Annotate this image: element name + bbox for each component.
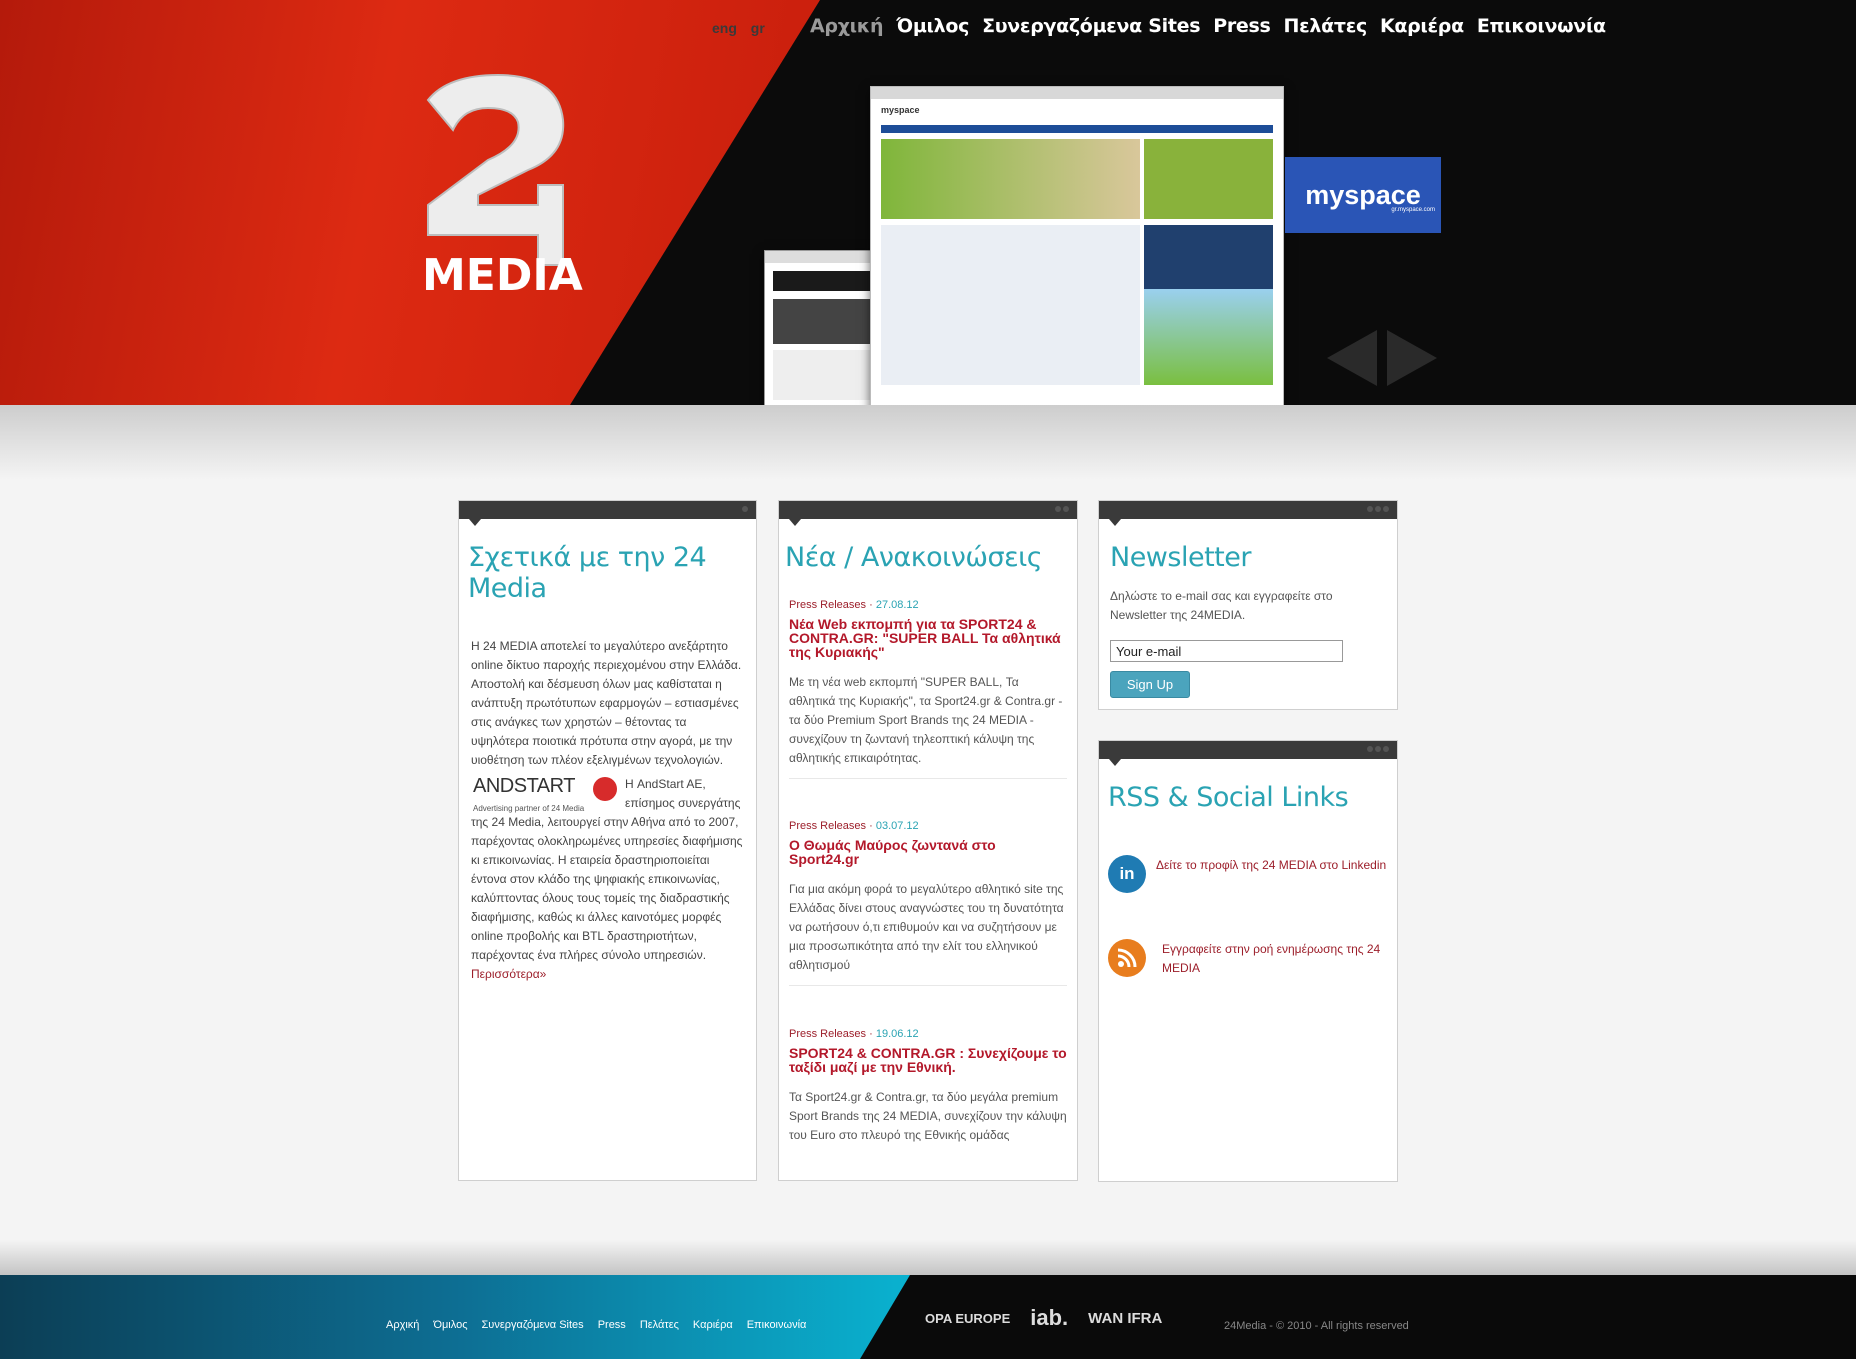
news-category[interactable]: Press Releases <box>789 820 866 832</box>
news-text: Με τη νέα web εκπομπή "SUPER BALL, Τα αθ… <box>789 675 1063 765</box>
footer-nav-group[interactable]: Όμιλος <box>433 1319 467 1331</box>
panel-bar <box>1099 741 1397 766</box>
about-title: Σχετικά με την 24 Media <box>468 542 707 604</box>
footer-blue-panel <box>0 1275 910 1359</box>
copyright: 24Media - © 2010 - All rights reserved <box>1224 1320 1409 1332</box>
signup-button[interactable]: Sign Up <box>1110 671 1190 698</box>
footer-nav: Αρχική Όμιλος Συνεργαζόμενα Sites Press … <box>386 1319 820 1331</box>
rss-icon[interactable] <box>1108 939 1146 977</box>
myspace-badge-text: myspace <box>1305 179 1421 210</box>
news-category[interactable]: Press Releases <box>789 1028 866 1040</box>
more-link[interactable]: Περισσότερα» <box>471 967 546 981</box>
footer-nav-careers[interactable]: Καριέρα <box>693 1319 733 1331</box>
news-title: Νέα / Ανακοινώσεις <box>785 542 1043 573</box>
about-partner: ANDSTART Advertising partner of 24 Media… <box>471 775 744 965</box>
news-item: Press Releases · 19.06.12 SPORT24 & CONT… <box>789 1028 1067 1145</box>
panel-bar <box>459 501 756 526</box>
news-headline[interactable]: Ο Θωμάς Μαύρος ζωντανά στο Sport24.gr <box>789 838 1067 866</box>
rss-link-row: Εγγραφείτε στην ροή ενημέρωσης της 24 ME… <box>1108 939 1387 978</box>
myspace-badge[interactable]: myspace gr.myspace.com <box>1285 157 1441 233</box>
nav-clients[interactable]: Πελάτες <box>1284 15 1368 37</box>
lang-gr[interactable]: gr <box>751 20 765 36</box>
linkedin-link-row: in Δείτε το προφίλ της 24 MEDIA στο Link… <box>1108 855 1387 893</box>
news-headline[interactable]: SPORT24 & CONTRA.GR : Συνεχίζουμε το ταξ… <box>789 1046 1067 1074</box>
linkedin-link[interactable]: Δείτε το προφίλ της 24 MEDIA στο Linkedi… <box>1156 856 1386 875</box>
linkedin-icon[interactable]: in <box>1108 855 1146 893</box>
iab-logo[interactable]: iab. <box>1030 1305 1068 1331</box>
panel-bar <box>1099 501 1397 526</box>
screenshot-myspace: myspace <box>870 86 1284 405</box>
footer-nav-press[interactable]: Press <box>598 1319 626 1331</box>
footer: Αρχική Όμιλος Συνεργαζόμενα Sites Press … <box>0 1275 1856 1359</box>
nav-partner-sites[interactable]: Συνεργαζόμενα Sites <box>982 15 1200 37</box>
nav-group[interactable]: Όμιλος <box>896 15 969 37</box>
andstart-logo[interactable]: ANDSTART Advertising partner of 24 Media <box>471 775 619 813</box>
nav-careers[interactable]: Καριέρα <box>1380 15 1464 37</box>
footer-logos: OPA EUROPE iab. WAN IFRA <box>925 1305 1162 1331</box>
24media-logo[interactable]: MEDIA <box>418 70 588 300</box>
main-nav: Αρχική Όμιλος Συνεργαζόμενα Sites Press … <box>810 15 1619 37</box>
news-category[interactable]: Press Releases <box>789 599 866 611</box>
news-date: 19.06.12 <box>875 1028 919 1040</box>
news-meta: Press Releases · 27.08.12 <box>789 599 919 611</box>
news-date: 03.07.12 <box>875 820 919 832</box>
about-panel: Σχετικά με την 24 Media Η 24 MEDIA αποτε… <box>458 500 757 1181</box>
play-icon <box>593 777 617 801</box>
news-meta: Press Releases · 03.07.12 <box>789 820 919 832</box>
news-item: Press Releases · 03.07.12 Ο Θωμάς Μαύρος… <box>789 820 1067 986</box>
newsletter-title: Newsletter <box>1110 542 1251 573</box>
hero-fade <box>0 405 1856 480</box>
hero-banner: eng gr Αρχική Όμιλος Συνεργαζόμενα Sites… <box>0 0 1856 405</box>
social-title: RSS & Social Links <box>1108 782 1349 813</box>
news-item: Press Releases · 27.08.12 Νέα Web εκπομπ… <box>789 599 1067 779</box>
panel-bar <box>779 501 1077 526</box>
news-headline[interactable]: Νέα Web εκπομπή για τα SPORT24 & CONTRA.… <box>789 617 1067 659</box>
footer-nav-clients[interactable]: Πελάτες <box>640 1319 679 1331</box>
myspace-mini-logo: myspace <box>881 105 920 115</box>
myspace-badge-url: gr.myspace.com <box>1391 207 1435 213</box>
wan-ifra-logo[interactable]: WAN IFRA <box>1088 1310 1162 1327</box>
opa-logo[interactable]: OPA EUROPE <box>925 1311 1010 1326</box>
divider <box>789 985 1067 986</box>
more-link-row: Περισσότερα» <box>471 965 744 984</box>
social-panel: RSS & Social Links in Δείτε το προφίλ τη… <box>1098 740 1398 1182</box>
news-date: 27.08.12 <box>875 599 919 611</box>
nav-contact[interactable]: Επικοινωνία <box>1477 15 1606 37</box>
logo-text: MEDIA <box>422 250 583 300</box>
nav-home[interactable]: Αρχική <box>810 15 884 37</box>
divider <box>789 778 1067 779</box>
news-panel: Νέα / Ανακοινώσεις Press Releases · 27.0… <box>778 500 1078 1181</box>
lang-en[interactable]: eng <box>712 20 737 36</box>
rss-link[interactable]: Εγγραφείτε στην ροή ενημέρωσης της 24 ME… <box>1162 940 1387 978</box>
footer-fade <box>0 1240 1856 1275</box>
footer-nav-home[interactable]: Αρχική <box>386 1319 419 1331</box>
slider-next-arrow-icon[interactable] <box>1387 330 1437 386</box>
news-text: Για μια ακόμη φορά το μεγαλύτερο αθλητικ… <box>789 882 1064 972</box>
footer-nav-partner-sites[interactable]: Συνεργαζόμενα Sites <box>482 1319 584 1331</box>
hero-red-panel <box>0 0 820 405</box>
news-meta: Press Releases · 19.06.12 <box>789 1028 919 1040</box>
about-text: Η 24 MEDIA αποτελεί το μεγαλύτερο ανεξάρ… <box>471 639 742 767</box>
slider-prev-arrow-icon[interactable] <box>1327 330 1377 386</box>
nav-press[interactable]: Press <box>1213 15 1271 37</box>
footer-nav-contact[interactable]: Επικοινωνία <box>747 1319 807 1331</box>
news-text: Τα Sport24.gr & Contra.gr, τα δύο μεγάλα… <box>789 1090 1067 1142</box>
language-switcher: eng gr <box>712 20 775 36</box>
newsletter-text: Δηλώστε το e-mail σας και εγγραφείτε στο… <box>1110 589 1333 622</box>
email-field[interactable] <box>1110 640 1343 662</box>
newsletter-panel: Newsletter Δηλώστε το e-mail σας και εγγ… <box>1098 500 1398 710</box>
